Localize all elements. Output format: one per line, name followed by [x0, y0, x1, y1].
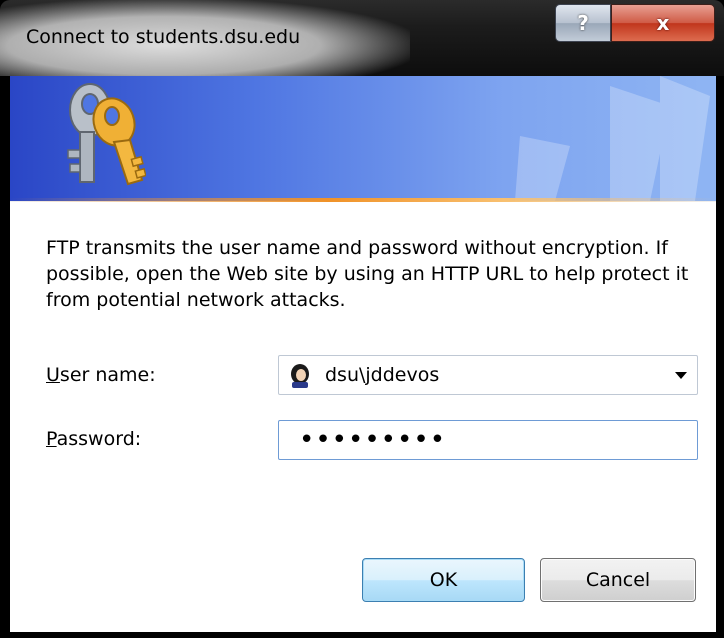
username-value: dsu\jddevos [325, 364, 440, 386]
password-label: Password: [46, 428, 141, 450]
banner [10, 76, 716, 201]
username-label-accesskey: U [46, 364, 60, 386]
ok-button[interactable]: OK [362, 558, 525, 602]
password-label-accesskey: P [46, 428, 57, 450]
dialog-client-area: FTP transmits the user name and password… [10, 76, 716, 632]
window-title: Connect to students.dsu.edu [26, 26, 301, 48]
password-value: ••••••••• [299, 425, 447, 455]
title-bar[interactable]: Connect to students.dsu.edu ? x [0, 0, 724, 76]
keys-icon [67, 83, 146, 186]
password-label-text: assword: [56, 428, 142, 450]
username-label: User name: [46, 364, 156, 386]
username-combobox[interactable]: dsu\jddevos [278, 355, 698, 395]
keys-watermark-icon [515, 76, 710, 201]
user-icon [291, 364, 309, 388]
login-dialog: Connect to students.dsu.edu ? x FTP tran… [0, 0, 724, 638]
password-field[interactable]: ••••••••• [278, 420, 698, 460]
security-message: FTP transmits the user name and password… [46, 237, 689, 311]
help-button[interactable]: ? [555, 4, 611, 42]
cancel-button[interactable]: Cancel [540, 558, 696, 602]
close-button[interactable]: x [611, 4, 715, 42]
username-label-text: ser name: [59, 364, 156, 386]
chevron-down-icon[interactable] [675, 372, 687, 379]
